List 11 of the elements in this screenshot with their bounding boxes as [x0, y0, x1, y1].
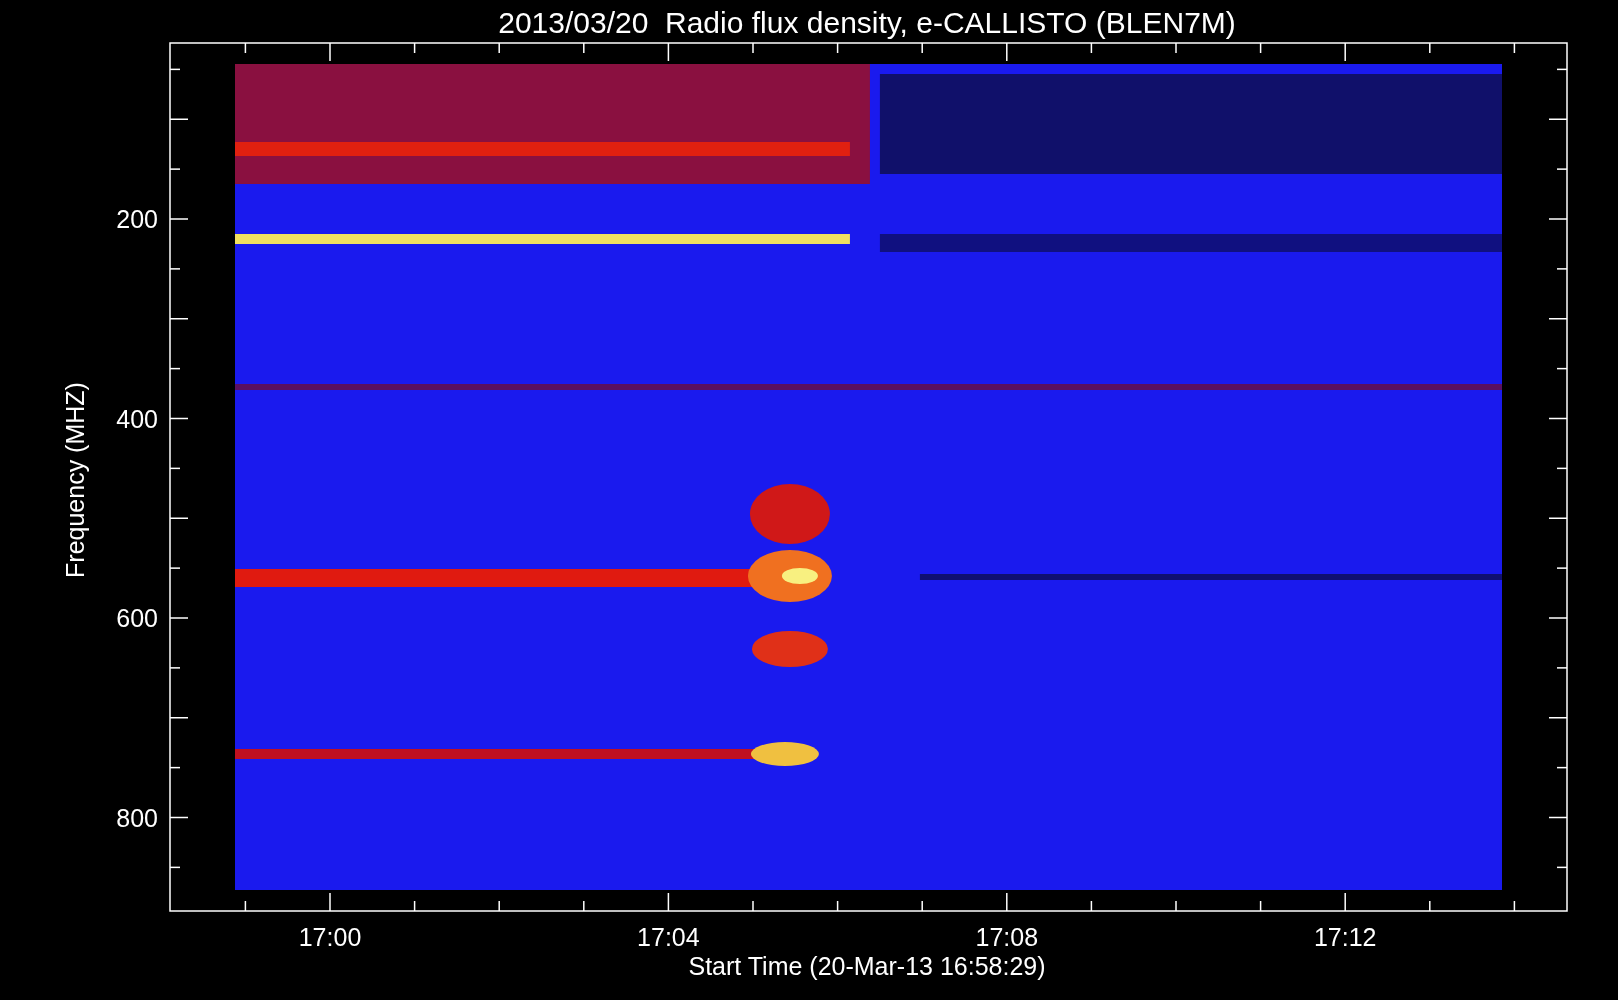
chart-title: 2013/03/20 Radio flux density, e-CALLISTO (BLEN7M) — [498, 6, 1236, 39]
axis-tick-label: 600 — [116, 604, 158, 632]
axis-tick-label: 800 — [116, 803, 158, 832]
axis-tick-label: 17:04 — [637, 923, 700, 951]
axis-tick-label: 200 — [116, 205, 158, 233]
axis-label: Start Time (20-Mar-13 16:58:29) — [688, 952, 1046, 980]
axis-label: Frequency (MHZ) — [61, 382, 89, 578]
axis-tick-label: 400 — [116, 404, 158, 433]
axis-tick-label: 17:12 — [1313, 923, 1377, 951]
axis-tick-label: 17:00 — [298, 923, 362, 951]
axis-tick-label: 17:08 — [975, 923, 1039, 951]
